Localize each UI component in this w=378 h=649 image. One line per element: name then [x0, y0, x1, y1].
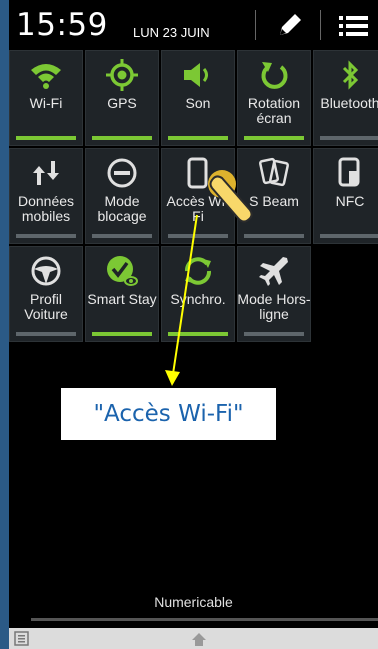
- callout-label: "Accès Wi-Fi": [61, 388, 276, 440]
- pointer-arrow: [165, 214, 198, 386]
